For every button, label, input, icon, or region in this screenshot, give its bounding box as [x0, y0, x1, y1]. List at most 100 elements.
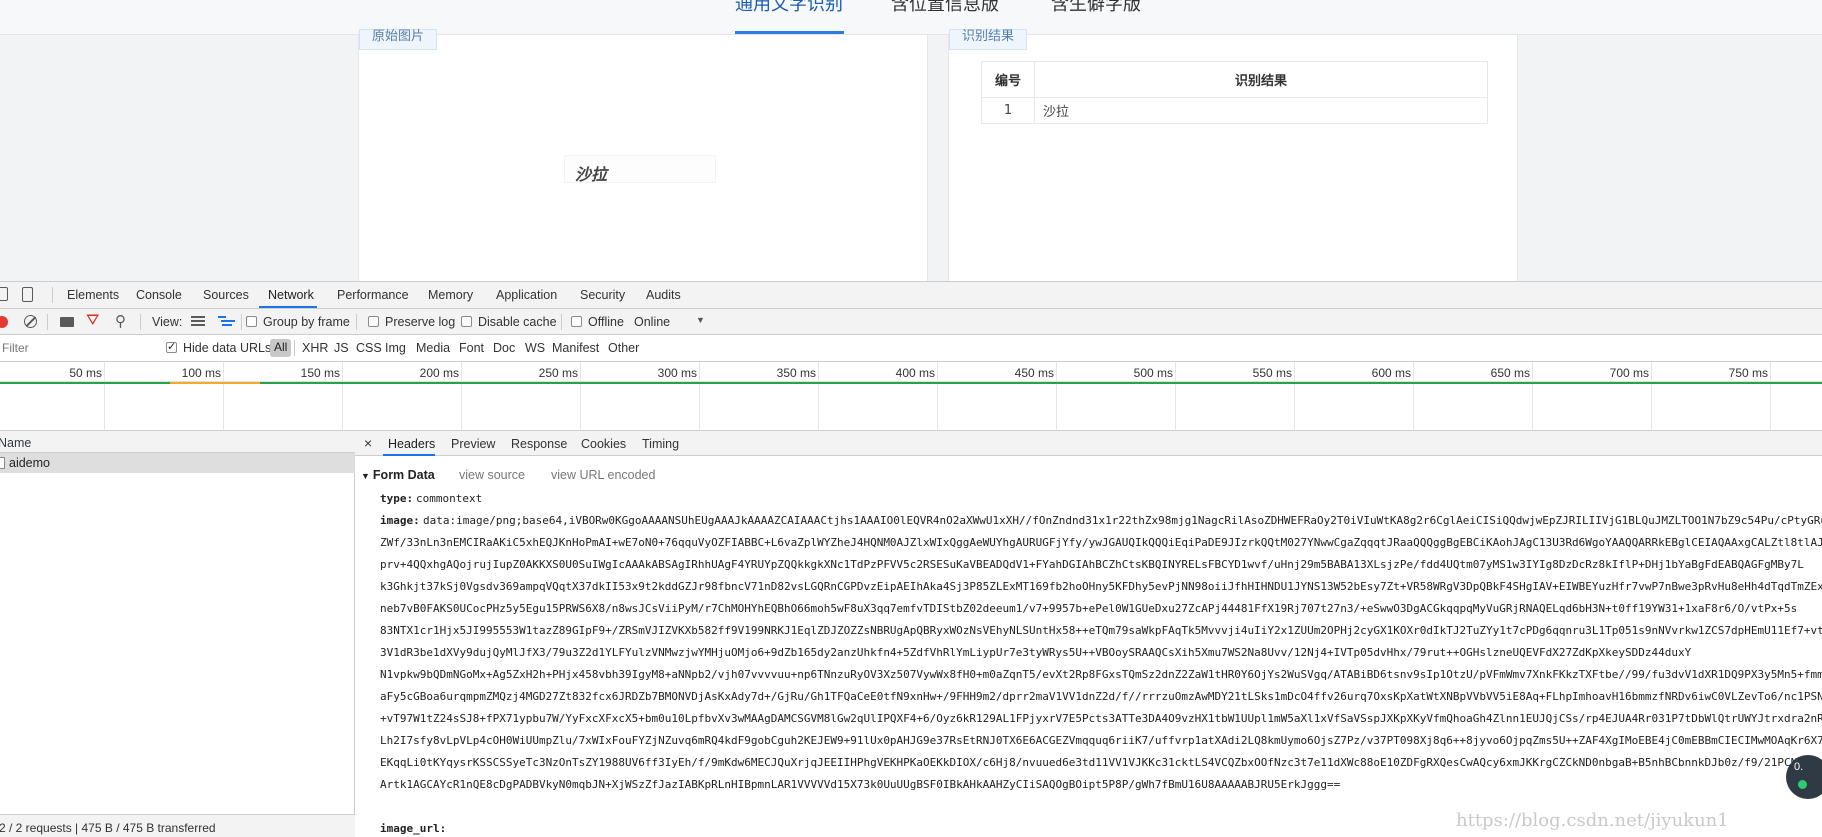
triangle-down-icon: ▼ [361, 471, 370, 481]
filter-bar: Hide data URLs All XHR JS CSS Img Media … [0, 335, 1822, 362]
column-header-result: 识别结果 [1034, 61, 1488, 98]
type-filter-js[interactable]: JS [334, 341, 349, 355]
sample-image-text: 沙拉 [575, 165, 608, 184]
timeline-ruler: 50 ms 100 ms 150 ms 200 ms 250 ms 300 ms… [0, 362, 1822, 431]
disable-cache-label: Disable cache [478, 315, 557, 329]
type-filter-doc[interactable]: Doc [493, 341, 515, 355]
column-header-number: 编号 [981, 61, 1035, 98]
request-name[interactable]: aidemo [9, 456, 50, 470]
timeline-tick: 250 ms [538, 366, 578, 380]
tab-elements[interactable]: Elements [67, 288, 119, 302]
image-value-line: 83NTX1cr1Hjx5JI995553W1tazZ89GIpF9+/ZRSm… [380, 624, 1822, 637]
offline-checkbox[interactable] [571, 316, 582, 327]
camera-icon[interactable] [60, 317, 74, 327]
tab-memory[interactable]: Memory [428, 288, 473, 302]
type-filter-media[interactable]: Media [416, 341, 450, 355]
divider [356, 314, 357, 330]
filter-input[interactable] [0, 339, 152, 357]
group-by-frame-checkbox[interactable] [246, 316, 257, 327]
tab-ocr-rare-chars[interactable]: 含生僻字版 [1051, 0, 1141, 16]
tab-ocr-with-location[interactable]: 含位置信息版 [891, 0, 999, 16]
preserve-log-checkbox[interactable] [368, 316, 379, 327]
tab-performance[interactable]: Performance [337, 288, 409, 302]
form-data-toggle[interactable]: ▼ Form Data [361, 468, 435, 482]
timeline-overview[interactable] [0, 382, 1822, 431]
tab-sources[interactable]: Sources [203, 288, 249, 302]
large-rows-icon[interactable] [191, 316, 205, 327]
request-list-header: Name [0, 431, 355, 453]
timeline-tick: 300 ms [657, 366, 697, 380]
device-toolbar-icon[interactable] [22, 287, 33, 302]
original-image-panel: 原始图片 沙拉 [358, 29, 928, 281]
timeline-tick: 150 ms [300, 366, 340, 380]
hide-data-urls-checkbox[interactable] [166, 340, 177, 353]
tab-headers[interactable]: Headers [388, 437, 435, 451]
form-data-title: Form Data [372, 468, 435, 482]
active-tab-indicator [259, 306, 317, 308]
floating-widget[interactable]: 0. [1786, 755, 1822, 799]
record-icon[interactable] [0, 316, 8, 328]
divider [47, 314, 48, 330]
tab-network[interactable]: Network [268, 288, 314, 302]
type-key: type: [380, 492, 414, 505]
divider [561, 314, 562, 330]
close-icon[interactable]: × [364, 435, 372, 451]
table-row: 1 沙拉 [981, 97, 1488, 124]
request-list-panel: Name aidemo 2 / 2 requests | 475 B / 475… [0, 431, 355, 837]
image-value-line: Lh2I7sfy8vLpVLp4cOH0WiUUmpZlu/7xWIxFouFY… [380, 734, 1822, 747]
type-filter-manifest[interactable]: Manifest [552, 341, 599, 355]
timeline-tick: 700 ms [1609, 366, 1649, 380]
image-key: image: [380, 514, 420, 527]
tab-security[interactable]: Security [580, 288, 625, 302]
divider [294, 340, 295, 356]
type-filter-img[interactable]: Img [385, 341, 406, 355]
file-icon [0, 457, 5, 469]
type-filter-css[interactable]: CSS [356, 341, 382, 355]
timeline-tick: 600 ms [1371, 366, 1411, 380]
type-value: commontext [416, 492, 483, 505]
network-toolbar: ⛛ ⚲ View: Group by frame Preserve log Di… [0, 309, 1822, 335]
timeline-tick: 50 ms [69, 366, 102, 380]
tab-general-ocr[interactable]: 通用文字识别 [735, 0, 843, 16]
timeline-tick: 100 ms [181, 366, 221, 380]
list-item[interactable]: aidemo [0, 453, 355, 473]
timeline-bar-request [170, 382, 260, 384]
overview-icon[interactable] [218, 316, 235, 327]
type-filter-font[interactable]: Font [459, 341, 484, 355]
search-icon[interactable]: ⚲ [115, 312, 126, 330]
type-filter-xhr[interactable]: XHR [302, 341, 328, 355]
group-by-frame-label: Group by frame [263, 315, 350, 329]
type-filter-other[interactable]: Other [608, 341, 639, 355]
tab-timing[interactable]: Timing [642, 437, 679, 451]
filter-icon[interactable]: ⛛ [86, 312, 99, 330]
throttle-select[interactable]: Online [634, 315, 670, 329]
column-header-name[interactable]: Name [0, 436, 31, 450]
offline-label: Offline [588, 315, 624, 329]
image-value-line: data:image/png;base64,iVBORw0KGgoAAAANSU… [423, 514, 1822, 527]
view-source-link[interactable]: view source [459, 468, 525, 482]
type-filter-all[interactable]: All [270, 339, 292, 357]
tab-preview[interactable]: Preview [451, 437, 495, 451]
image-value-line: 3V1dR3be1dXVy9dujQyMlJfX3/79u3Z2d1YLFYul… [380, 646, 1692, 659]
type-filter-ws[interactable]: WS [525, 341, 545, 355]
clear-icon[interactable] [24, 315, 37, 328]
timeline-tick: 550 ms [1252, 366, 1292, 380]
active-tab-indicator [383, 454, 435, 456]
chevron-down-icon[interactable]: ▼ [696, 315, 705, 325]
tab-response[interactable]: Response [511, 437, 567, 451]
watermark-url: https://blog.csdn.net/jiyukun1 [1456, 810, 1729, 831]
tab-cookies[interactable]: Cookies [581, 437, 626, 451]
view-url-encoded-link[interactable]: view URL encoded [551, 468, 655, 482]
result-table: 编号 识别结果 1 沙拉 [981, 61, 1488, 124]
tab-console[interactable]: Console [136, 288, 182, 302]
inspect-element-icon[interactable] [0, 287, 8, 301]
disable-cache-checkbox[interactable] [461, 316, 472, 327]
cell-result: 沙拉 [1034, 97, 1488, 124]
tab-audits[interactable]: Audits [646, 288, 681, 302]
image-value-line: aFy5cGBoa6urqmpmZMQzj4MGD27Zt832fcx6JRDZ… [380, 690, 1822, 703]
result-label: 识别结果 [949, 29, 1028, 50]
status-summary: 2 / 2 requests | 475 B / 475 B transferr… [0, 821, 216, 835]
image-url-key: image_url: [380, 822, 447, 835]
tab-application[interactable]: Application [496, 288, 557, 302]
image-value-line: N1vpkw9bQDmNGoMx+Ag5ZxH2h+PHjx458vbh39Ig… [380, 668, 1822, 681]
